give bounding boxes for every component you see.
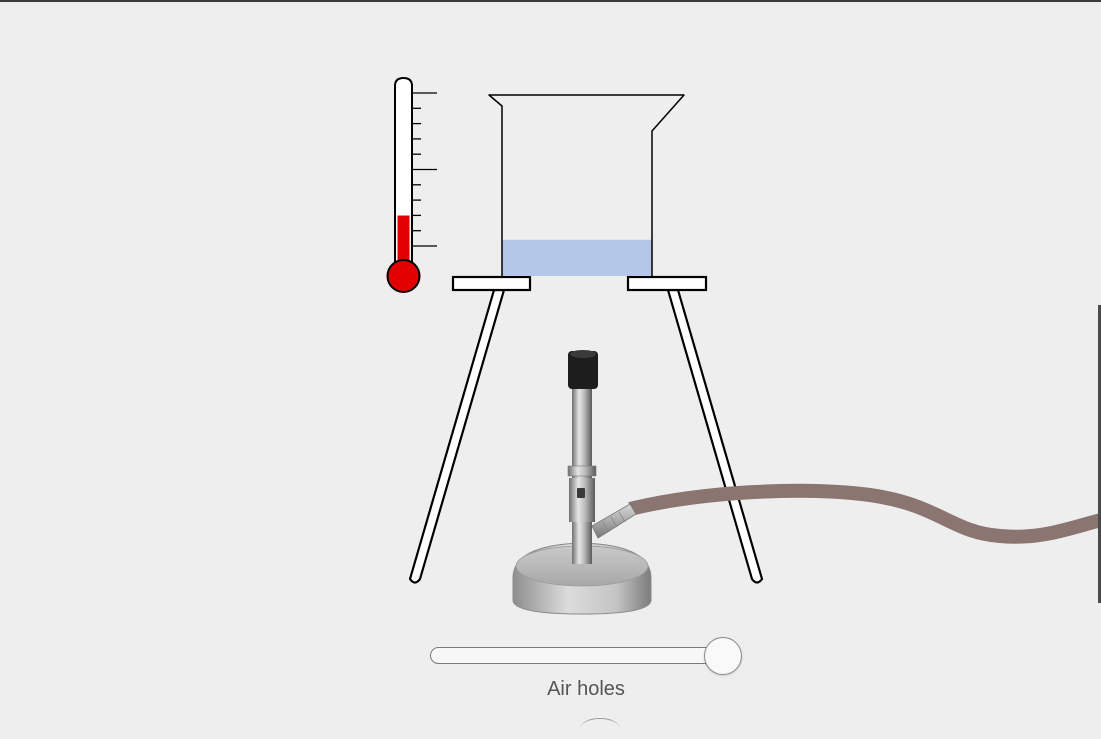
tripod-left-pad <box>451 275 532 292</box>
tripod-right-pad <box>626 275 708 292</box>
beaker <box>488 94 685 276</box>
air-holes-label: Air holes <box>547 678 625 700</box>
gas-hose <box>628 483 1101 544</box>
tripod-left-leg <box>408 288 506 584</box>
bunsen-burner <box>512 350 652 615</box>
burner-collar <box>567 465 597 477</box>
air-holes-slider-track[interactable] <box>430 647 726 664</box>
burner-gas-nozzle <box>591 503 637 539</box>
air-holes-slider-thumb[interactable] <box>704 637 742 675</box>
bottom-knob-partial[interactable] <box>580 718 620 739</box>
beaker-water <box>502 239 652 276</box>
lab-scene <box>386 76 1101 615</box>
thermometer <box>386 76 437 293</box>
thermometer-scale <box>412 92 437 247</box>
tripod-right-leg <box>666 288 764 584</box>
burner-air-hole <box>577 488 585 498</box>
thermometer-bulb <box>386 259 421 293</box>
